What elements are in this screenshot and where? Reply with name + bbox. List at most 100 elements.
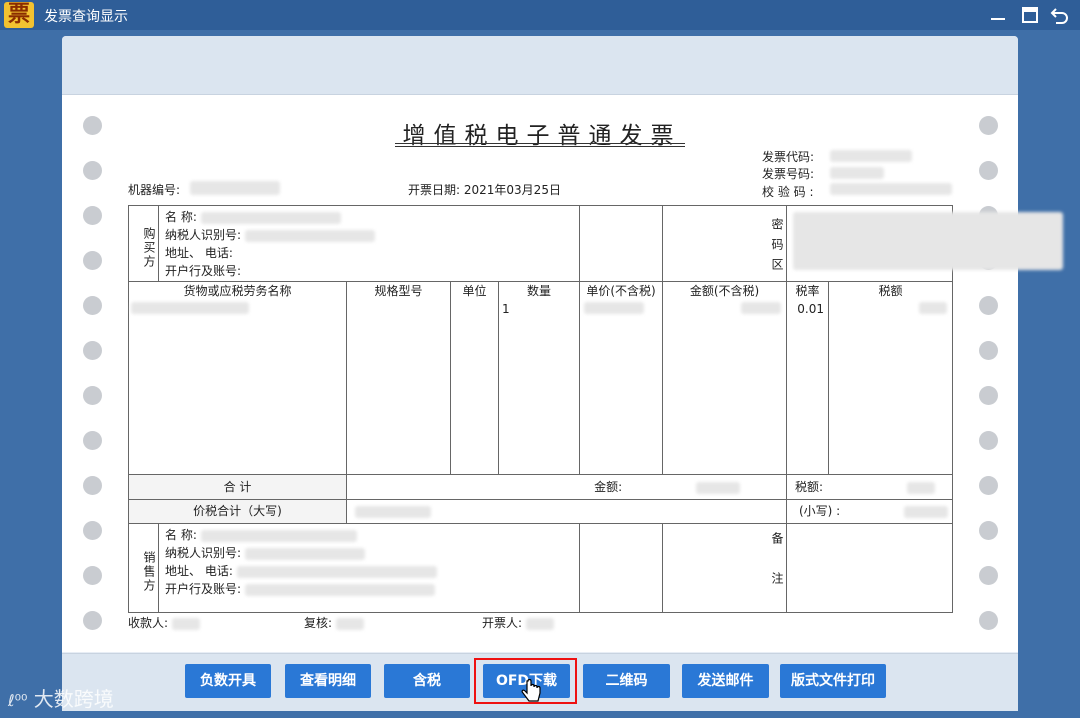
invoice-table: 购买方 名 称: 纳税人识别号: 地址、 电话: 开户行及账号: 密码区 货物或…	[128, 205, 1063, 613]
paper-hole	[979, 341, 998, 360]
title-underline	[395, 143, 685, 144]
col-spec: 规格型号	[346, 281, 451, 475]
redacted-value	[584, 301, 644, 314]
paper-hole	[83, 431, 102, 450]
paper-hole	[979, 476, 998, 495]
paper-hole	[979, 161, 998, 180]
total-tax: 税额:	[786, 474, 953, 500]
tax-inclusive-button[interactable]: 含税	[384, 664, 470, 698]
seller-bank-label: 开户行及账号:	[159, 580, 579, 598]
redacted-value	[906, 481, 935, 494]
redacted-value	[830, 183, 952, 195]
paper-hole	[83, 341, 102, 360]
qr-code-button[interactable]: 二维码	[583, 664, 670, 698]
check-code-label: 校 验 码 :	[762, 185, 814, 199]
redacted-value	[741, 301, 781, 314]
paper-hole	[979, 386, 998, 405]
redacted-value	[830, 167, 884, 179]
invoice-paper: 增值税电子普通发票 发票代码: 发票号码: 机器编号: 开票日期: 2021年0…	[62, 95, 1063, 652]
seller-name-label: 名 称:	[159, 526, 579, 544]
seller-side-label: 销售方	[128, 523, 159, 613]
paper-hole	[979, 611, 998, 630]
col-header-spec: 规格型号	[374, 284, 423, 298]
paper-hole	[979, 566, 998, 585]
col-header-qty: 数量	[526, 284, 551, 298]
seller-info: 名 称: 纳税人识别号: 地址、 电话: 开户行及账号:	[158, 523, 580, 613]
watermark: ℓ⁰⁰ 大数跨境	[8, 687, 114, 711]
paper-hole	[83, 476, 102, 495]
col-rate: 税率 0.01	[786, 281, 829, 475]
redacted-value	[131, 301, 249, 314]
title-underline	[395, 146, 685, 147]
action-bar: 负数开具 查看明细 含税 OFD下载 二维码 发送邮件 版式文件打印	[62, 653, 1018, 711]
paper-hole	[83, 251, 102, 270]
redacted-value	[236, 565, 437, 578]
hand-cursor-icon	[521, 679, 541, 702]
col-unit: 单位	[450, 281, 499, 475]
seller-extra	[579, 523, 663, 613]
col-header-unit: 单位	[462, 284, 487, 298]
redacted-value	[793, 212, 1063, 270]
redacted-value	[244, 583, 435, 596]
total-label: 合 计	[128, 474, 347, 500]
minimize-icon	[991, 18, 1005, 20]
paper-hole	[979, 521, 998, 540]
redacted-value	[525, 617, 554, 630]
title-bar: 票 发票查询显示	[0, 0, 1080, 30]
minimize-button[interactable]	[986, 3, 1010, 27]
col-header-rate: 税率	[795, 284, 820, 298]
buyer-extra	[579, 205, 663, 282]
print-layout-file-button[interactable]: 版式文件打印	[780, 664, 886, 698]
redacted-value	[190, 181, 280, 195]
buyer-name-label: 名 称:	[159, 208, 579, 226]
seller-addr-label: 地址、 电话:	[159, 562, 579, 580]
col-header-tax: 税额	[878, 284, 903, 298]
maximize-button[interactable]	[1018, 3, 1042, 27]
app-icon: 票	[4, 2, 34, 28]
send-email-button[interactable]: 发送邮件	[682, 664, 769, 698]
buyer-info: 名 称: 纳税人识别号: 地址、 电话: 开户行及账号:	[158, 205, 580, 282]
buyer-taxid-label: 纳税人识别号:	[159, 226, 579, 244]
redacted-value	[919, 301, 947, 314]
negative-invoice-button[interactable]: 负数开具	[185, 664, 271, 698]
paper-hole	[83, 116, 102, 135]
invoice-code-label: 发票代码:	[762, 150, 815, 164]
paper-hole	[979, 116, 998, 135]
redacted-value	[244, 547, 365, 560]
paper-hole	[83, 521, 102, 540]
paper-hole	[83, 386, 102, 405]
col-tax: 税额	[828, 281, 953, 475]
payee: 收款人:	[128, 614, 200, 631]
watermark-logo-icon: ℓ⁰⁰	[8, 691, 28, 710]
password-area	[786, 205, 1063, 282]
invoice-number-label: 发票号码:	[762, 167, 815, 181]
buyer-side-label: 购买方	[128, 205, 159, 282]
view-details-button[interactable]: 查看明细	[285, 664, 371, 698]
paper-hole	[979, 296, 998, 315]
col-amount: 金额(不含税)	[662, 281, 787, 475]
total-words-value	[346, 499, 787, 524]
reviewer: 复核:	[304, 614, 364, 631]
invoice-title: 增值税电子普通发票	[402, 123, 682, 149]
col-header-amount: 金额(不含税)	[689, 284, 760, 298]
rate-value: 0.01	[797, 302, 824, 316]
redacted-value	[830, 150, 912, 162]
left-edge	[0, 30, 62, 718]
remark-area	[786, 523, 953, 613]
qty-value: 1	[502, 302, 510, 316]
paper-hole	[83, 206, 102, 225]
col-goods: 货物或应税劳务名称	[128, 281, 347, 475]
redacted-value	[200, 529, 357, 542]
buyer-addr-label: 地址、 电话:	[165, 246, 233, 260]
back-button[interactable]	[1048, 3, 1072, 27]
redacted-value	[335, 617, 364, 630]
col-header-goods: 货物或应税劳务名称	[183, 284, 292, 298]
maximize-icon	[1022, 7, 1038, 23]
col-qty: 数量 1	[498, 281, 580, 475]
redacted-value	[355, 505, 431, 518]
col-price: 单价(不含税)	[579, 281, 663, 475]
total-words-label: 价税合计（大写)	[128, 499, 347, 524]
redacted-value	[904, 505, 948, 518]
return-icon	[1050, 8, 1068, 24]
paper-hole	[83, 566, 102, 585]
